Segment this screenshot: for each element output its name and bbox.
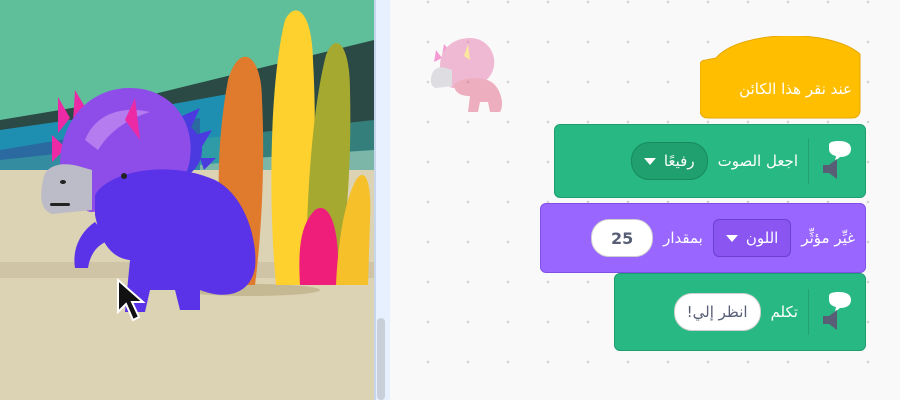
amount-input[interactable]: 25 (591, 219, 654, 257)
scrollbar-thumb[interactable] (377, 318, 385, 400)
when-sprite-clicked-block[interactable]: عند نقر هذا الكائن (700, 36, 866, 120)
speak-block[interactable]: تكلم انظر إلي! (614, 273, 866, 351)
effect-dropdown-value: اللون (745, 229, 779, 247)
speak-label: تكلم (770, 303, 798, 321)
set-voice-block[interactable]: اجعل الصوت رفيعًا (554, 124, 866, 198)
hat-label: عند نقر هذا الكائن (739, 80, 852, 98)
speech-bubble-speaker-icon (819, 141, 853, 181)
pane-divider[interactable] (374, 0, 390, 400)
voice-dropdown-value: رفيعًا (663, 152, 695, 170)
speech-bubble-speaker-icon (819, 292, 853, 332)
stage-backdrop (0, 0, 374, 400)
effect-dropdown[interactable]: اللون (712, 219, 792, 257)
block-separator (808, 138, 809, 184)
voice-dropdown[interactable]: رفيعًا (630, 142, 708, 180)
sprite-thumbnail (424, 26, 508, 114)
set-voice-label: اجعل الصوت (717, 152, 798, 170)
by-label: بمقدار (663, 229, 703, 247)
stage[interactable] (0, 0, 374, 400)
dropdown-arrow-icon (643, 157, 656, 165)
change-effect-label: غيِّر مؤثِّر (801, 229, 855, 247)
speak-text-input[interactable]: انظر إلي! (673, 293, 761, 331)
block-separator (808, 289, 809, 335)
divider-line (374, 0, 376, 400)
change-effect-block[interactable]: غيِّر مؤثِّر اللون بمقدار 25 (540, 203, 866, 273)
dropdown-arrow-icon (725, 234, 738, 242)
